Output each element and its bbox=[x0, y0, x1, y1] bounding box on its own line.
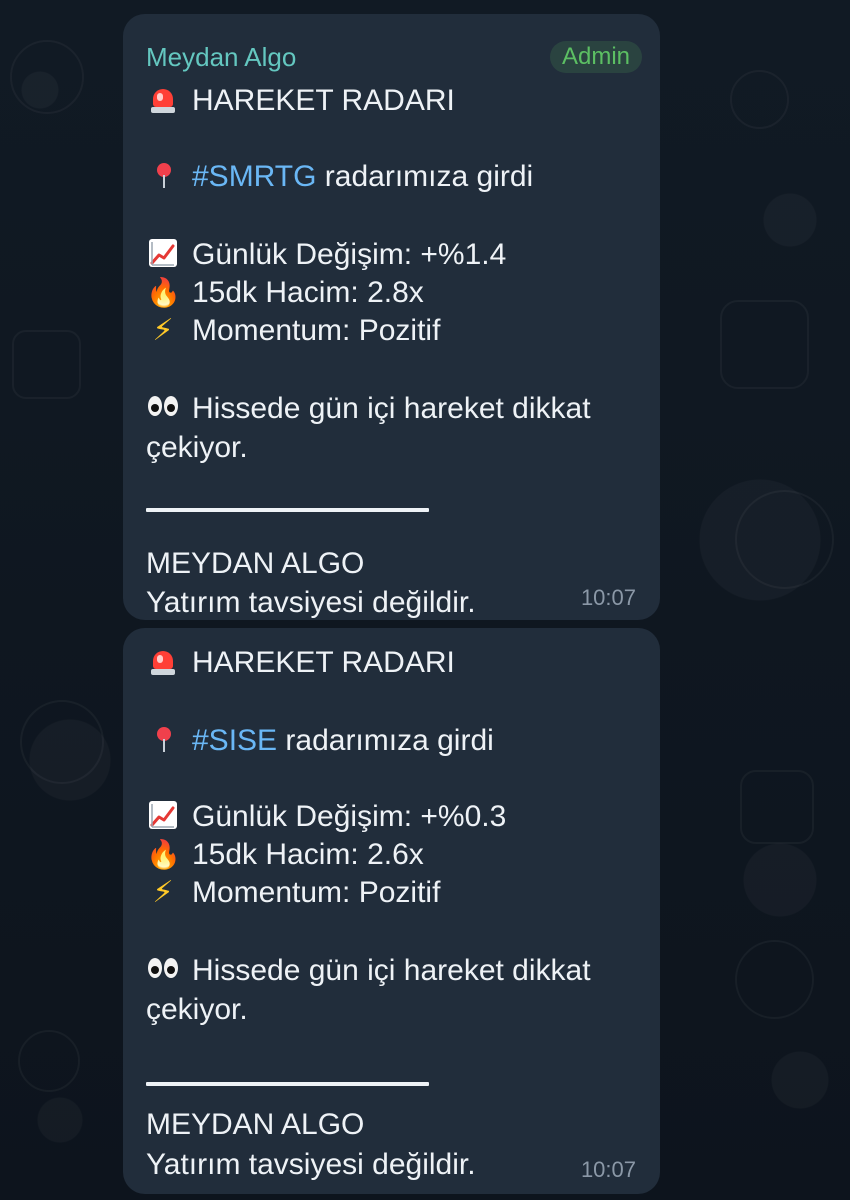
radar-line: #SMRTG radarımıza girdi bbox=[146, 158, 638, 196]
footer-title: MEYDAN ALGO bbox=[146, 1108, 365, 1141]
wallpaper-doodle bbox=[20, 700, 104, 784]
volume-line: 🔥 15dk Hacim: 2.6x bbox=[146, 836, 638, 874]
wallpaper-doodle bbox=[735, 490, 834, 589]
fire-icon: 🔥 bbox=[146, 838, 181, 871]
message-title-line: HAREKET RADARI bbox=[146, 644, 638, 682]
chart-increasing-icon bbox=[146, 236, 180, 274]
radar-line: #SISE radarımıza girdi bbox=[146, 722, 638, 760]
wallpaper-doodle bbox=[18, 1030, 80, 1092]
wallpaper-doodle bbox=[720, 300, 809, 389]
footer-note: Yatırım tavsiyesi değildir. bbox=[146, 1148, 476, 1181]
momentum-line: ⚡ Momentum: Pozitif bbox=[146, 312, 638, 350]
message-title: HAREKET RADARI bbox=[192, 84, 455, 117]
fire-icon: 🔥 bbox=[146, 276, 181, 309]
attention-text: Hissede gün içi hareket dikkat bbox=[192, 392, 591, 425]
daily-change-text: Günlük Değişim: +%0.3 bbox=[192, 800, 507, 833]
attention-line: Hissede gün içi hareket dikkat bbox=[146, 952, 638, 990]
momentum-line: ⚡ Momentum: Pozitif bbox=[146, 874, 638, 912]
footer-note: Yatırım tavsiyesi değildir. bbox=[146, 586, 476, 619]
volume-line: 🔥 15dk Hacim: 2.8x bbox=[146, 274, 638, 312]
message-title-line: HAREKET RADARI bbox=[146, 82, 638, 120]
wallpaper-doodle bbox=[735, 940, 814, 1019]
message-title: HAREKET RADARI bbox=[192, 646, 455, 679]
wallpaper-doodle bbox=[10, 40, 84, 114]
pin-icon bbox=[146, 158, 180, 196]
wallpaper-doodle bbox=[740, 770, 814, 844]
separator-line bbox=[146, 1082, 429, 1086]
lightning-icon: ⚡ bbox=[152, 313, 174, 348]
attention-continuation: çekiyor. bbox=[146, 431, 248, 464]
volume-text: 15dk Hacim: 2.8x bbox=[192, 276, 424, 309]
pin-icon bbox=[146, 722, 180, 760]
daily-change-line: Günlük Değişim: +%1.4 bbox=[146, 236, 638, 274]
radar-text: radarımıza girdi bbox=[316, 160, 534, 193]
siren-icon bbox=[146, 82, 180, 120]
attention-continuation: çekiyor. bbox=[146, 993, 248, 1026]
message-time: 10:07 bbox=[580, 585, 636, 610]
momentum-text: Momentum: Pozitif bbox=[192, 876, 441, 909]
daily-change-line: Günlük Değişim: +%0.3 bbox=[146, 798, 638, 836]
attention-line: Hissede gün içi hareket dikkat bbox=[146, 390, 638, 428]
hashtag-link[interactable]: #SISE bbox=[192, 724, 277, 757]
separator-line bbox=[146, 508, 429, 512]
message-header: Meydan Algo Admin bbox=[146, 41, 642, 73]
wallpaper-doodle bbox=[730, 70, 789, 129]
message-bubble[interactable]: Meydan Algo Admin HAREKET RADARI #SMRTG … bbox=[123, 14, 660, 620]
eyes-icon bbox=[146, 393, 180, 421]
radar-text: radarımıza girdi bbox=[277, 724, 494, 757]
siren-icon bbox=[146, 644, 180, 682]
footer-title: MEYDAN ALGO bbox=[146, 547, 365, 580]
momentum-text: Momentum: Pozitif bbox=[192, 314, 441, 347]
volume-text: 15dk Hacim: 2.6x bbox=[192, 838, 424, 871]
lightning-icon: ⚡ bbox=[152, 875, 174, 910]
attention-text: Hissede gün içi hareket dikkat bbox=[192, 954, 591, 987]
sender-name[interactable]: Meydan Algo bbox=[146, 42, 296, 72]
eyes-icon bbox=[146, 955, 180, 983]
wallpaper-doodle bbox=[12, 330, 81, 399]
admin-badge: Admin bbox=[549, 41, 642, 73]
daily-change-text: Günlük Değişim: +%1.4 bbox=[192, 238, 507, 271]
message-time: 10:07 bbox=[580, 1157, 636, 1182]
chart-increasing-icon bbox=[146, 798, 180, 836]
hashtag-link[interactable]: #SMRTG bbox=[192, 160, 316, 193]
message-bubble[interactable]: HAREKET RADARI #SISE radarımıza girdi Gü… bbox=[123, 628, 660, 1194]
